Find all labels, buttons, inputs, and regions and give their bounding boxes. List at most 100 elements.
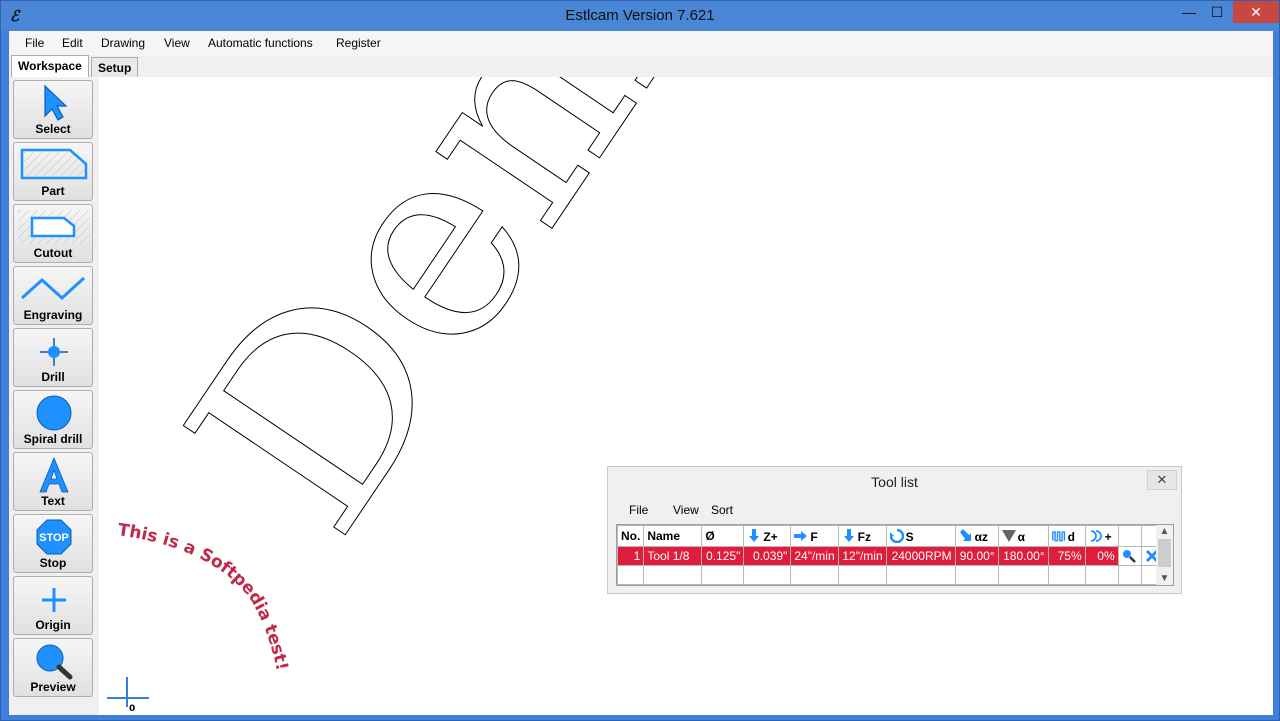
rotate-icon xyxy=(889,528,904,543)
tool-stepover[interactable]: 75% xyxy=(1047,546,1086,566)
col-alpha-z[interactable]: αz xyxy=(954,525,999,547)
scroll-down-icon[interactable]: ▼ xyxy=(1156,573,1173,584)
curved-text[interactable]: This is a Softpedia test! xyxy=(116,520,291,672)
spiral-drill-button[interactable]: Spiral drill xyxy=(13,390,93,449)
tool-no: 1 xyxy=(616,546,645,566)
app-window: ℰ Estlcam Version 7.621 — ☐ ✕ File Edit … xyxy=(0,0,1280,721)
select-label: Select xyxy=(35,122,71,136)
col-fz[interactable]: Fz xyxy=(837,525,887,547)
drawing-canvas[interactable]: Demo This is a Softpedia test! 0 xyxy=(99,0,1273,715)
col-plus[interactable]: + xyxy=(1084,525,1119,547)
menu-automatic-functions[interactable]: Automatic functions xyxy=(208,36,313,50)
drill-label: Drill xyxy=(41,370,65,384)
part-button[interactable]: Part xyxy=(13,142,93,201)
down-arrow-icon xyxy=(749,528,760,542)
arc-icon xyxy=(1090,529,1102,542)
tool-row[interactable]: 1 Tool 1/8 0.125" 0.039" 24"/min 12"/min… xyxy=(616,546,1165,566)
tool-table-header: No. Name Ø Z+ F Fz S αz α d + xyxy=(616,525,1165,547)
col-f-label: F xyxy=(810,529,818,544)
cutout-label: Cutout xyxy=(33,246,73,260)
tool-alpha-z[interactable]: 90.00° xyxy=(954,546,999,566)
tool-search-cell[interactable] xyxy=(1117,546,1142,566)
stop-button[interactable]: STOP Stop xyxy=(13,514,93,573)
stepover-icon xyxy=(1051,530,1065,541)
tool-list-menu-file[interactable]: File xyxy=(629,503,648,517)
col-diameter[interactable]: Ø xyxy=(701,525,745,547)
tool-diameter[interactable]: 0.125" xyxy=(701,546,745,566)
menu-file[interactable]: File xyxy=(25,36,44,50)
col-name[interactable]: Name xyxy=(643,525,703,547)
tool-speed[interactable]: 24000RPM xyxy=(885,546,956,566)
col-fz-label: Fz xyxy=(857,529,871,544)
stop-sign-text: STOP xyxy=(39,532,69,544)
title-bar[interactable]: ℰ Estlcam Version 7.621 — ☐ ✕ xyxy=(1,1,1279,31)
tool-list-panel: Tool list ✕ File View Sort No. Name Ø Z+… xyxy=(607,466,1182,594)
tool-list-close-button[interactable]: ✕ xyxy=(1147,470,1177,490)
text-button[interactable]: Text xyxy=(13,452,93,511)
cutout-button[interactable]: Cutout xyxy=(13,204,93,263)
origin-label: Origin xyxy=(35,618,71,632)
tool-plunge-feed[interactable]: 12"/min xyxy=(837,546,887,566)
engraving-icon xyxy=(20,276,86,301)
v-bit-icon xyxy=(1001,529,1016,542)
tool-list-title: Tool list xyxy=(871,474,918,490)
col-s-label: S xyxy=(905,529,914,544)
col-alpha[interactable]: α xyxy=(997,525,1049,547)
tool-table-scrollbar[interactable]: ▲ ▼ xyxy=(1156,525,1173,585)
maximize-button[interactable]: ☐ xyxy=(1203,1,1231,23)
origin-button[interactable]: Origin xyxy=(13,576,93,635)
col-search xyxy=(1117,525,1142,547)
origin-icon xyxy=(42,588,66,612)
tool-list-menu-sort[interactable]: Sort xyxy=(711,503,733,517)
cutout-icon xyxy=(18,210,90,244)
menu-view[interactable]: View xyxy=(164,36,190,50)
tab-bar: Workspace Setup xyxy=(9,55,1273,77)
tool-palette: Select Part Cutout Engraving Drill Spira… xyxy=(9,77,99,715)
close-button[interactable]: ✕ xyxy=(1233,1,1279,23)
col-zplus-label: Z+ xyxy=(763,529,778,544)
down-arrow-icon xyxy=(843,528,854,542)
tool-plus[interactable]: 0% xyxy=(1084,546,1119,566)
scroll-thumb[interactable] xyxy=(1158,539,1171,567)
text-label: Text xyxy=(41,494,65,508)
col-d[interactable]: d xyxy=(1047,525,1086,547)
part-icon xyxy=(20,148,88,180)
curved-text-path: This is a Softpedia test! xyxy=(116,520,291,672)
engraving-label: Engraving xyxy=(23,308,83,322)
right-arrow-icon xyxy=(794,530,808,541)
col-alpha-z-label: αz xyxy=(974,529,989,544)
tool-name[interactable]: Tool 1/8 xyxy=(643,546,703,566)
menu-drawing[interactable]: Drawing xyxy=(101,36,145,50)
select-arrow-icon xyxy=(44,84,68,121)
origin-marker: 0 xyxy=(107,677,149,714)
col-s[interactable]: S xyxy=(885,525,956,547)
stop-icon: STOP xyxy=(36,519,72,555)
drill-icon xyxy=(40,338,68,366)
col-f[interactable]: F xyxy=(790,525,839,547)
minimize-button[interactable]: — xyxy=(1175,1,1203,23)
menu-register[interactable]: Register xyxy=(336,36,381,50)
tool-table: No. Name Ø Z+ F Fz S αz α d + 1 Tool 1/8 xyxy=(616,524,1174,586)
part-label: Part xyxy=(41,184,65,198)
tab-setup[interactable]: Setup xyxy=(91,57,139,77)
preview-label: Preview xyxy=(30,680,76,694)
tool-zplus[interactable]: 0.039" xyxy=(743,546,792,566)
col-no[interactable]: No. xyxy=(616,525,645,547)
tool-alpha[interactable]: 180.00° xyxy=(997,546,1049,566)
drill-button[interactable]: Drill xyxy=(13,328,93,387)
col-zplus[interactable]: Z+ xyxy=(743,525,792,547)
canvas-drawing: Demo This is a Softpedia test! 0 xyxy=(107,0,832,714)
scroll-up-icon[interactable]: ▲ xyxy=(1156,526,1173,537)
select-button[interactable]: Select xyxy=(13,80,93,139)
text-icon xyxy=(39,456,69,493)
engraving-button[interactable]: Engraving xyxy=(13,266,93,325)
preview-magnifier-icon xyxy=(36,644,73,680)
window-title: Estlcam Version 7.621 xyxy=(565,7,715,24)
tab-workspace[interactable]: Workspace xyxy=(11,55,89,77)
menu-edit[interactable]: Edit xyxy=(62,36,83,50)
tool-empty-row[interactable] xyxy=(616,565,1165,585)
tool-list-menu-view[interactable]: View xyxy=(673,503,699,517)
tool-feed[interactable]: 24"/min xyxy=(790,546,839,566)
menu-bar: File Edit Drawing View Automatic functio… xyxy=(9,31,1273,55)
preview-button[interactable]: Preview xyxy=(13,638,93,697)
